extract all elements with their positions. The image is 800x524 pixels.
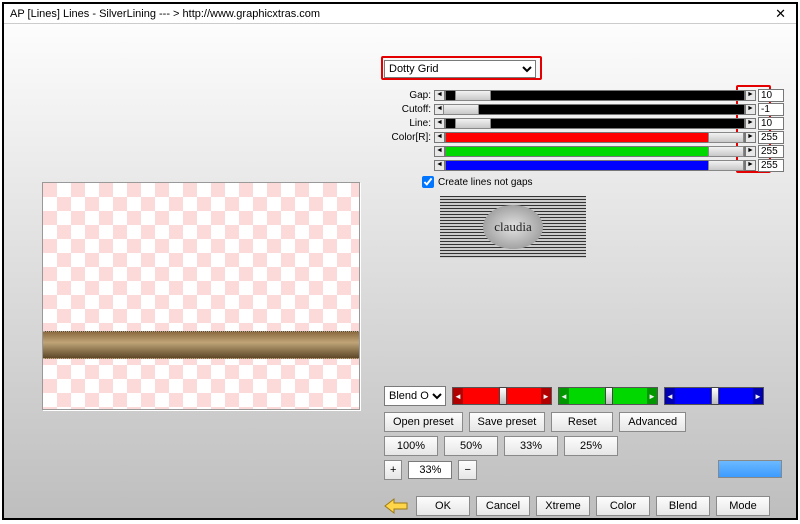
arrow-left-icon[interactable]: ◄ bbox=[559, 388, 569, 404]
blend-options-row: Blend Opti ◄ ► ◄ ► ◄ ► bbox=[384, 386, 764, 406]
blend-options-select[interactable]: Blend Opti bbox=[384, 386, 446, 406]
titlebar: AP [Lines] Lines - SilverLining --- > ht… bbox=[4, 4, 796, 24]
slider-cutoff-value[interactable] bbox=[758, 103, 784, 116]
arrow-right-icon[interactable]: ► bbox=[647, 388, 657, 404]
window-body: Dotty Grid Gap: ◄ ► Cutoff: ◄ ► bbox=[4, 24, 796, 518]
slider-gap-label: Gap: bbox=[384, 90, 434, 101]
close-icon[interactable]: ✕ bbox=[771, 6, 790, 22]
arrow-right-icon[interactable]: ► bbox=[745, 90, 756, 101]
ok-button[interactable]: OK bbox=[416, 496, 470, 516]
logo-ellipse: claudia bbox=[483, 205, 543, 249]
arrow-left-icon[interactable]: ◄ bbox=[434, 90, 445, 101]
slider-gap-track[interactable] bbox=[445, 90, 745, 101]
arrow-right-icon[interactable]: ► bbox=[745, 118, 756, 129]
slider-r-track[interactable] bbox=[445, 132, 745, 143]
zoom-100-button[interactable]: 100% bbox=[384, 436, 438, 456]
slider-color-g: ◄ ► bbox=[384, 144, 784, 158]
cancel-button[interactable]: Cancel bbox=[476, 496, 530, 516]
slider-b-track[interactable] bbox=[445, 160, 745, 171]
create-lines-checkbox-row: Create lines not gaps bbox=[422, 176, 533, 188]
slider-b-value[interactable] bbox=[758, 159, 784, 172]
slider-gap-value[interactable] bbox=[758, 89, 784, 102]
save-preset-button[interactable]: Save preset bbox=[469, 412, 546, 432]
slider-cutoff-label: Cutoff: bbox=[384, 104, 434, 115]
slider-line-value[interactable] bbox=[758, 117, 784, 130]
create-lines-checkbox[interactable] bbox=[422, 176, 434, 188]
blend-red-slider[interactable]: ◄ ► bbox=[452, 387, 552, 405]
arrow-left-icon[interactable]: ◄ bbox=[453, 388, 463, 404]
zoom-50-button[interactable]: 50% bbox=[444, 436, 498, 456]
preset-select[interactable]: Dotty Grid bbox=[384, 60, 536, 78]
slider-r-label: Color[R]: bbox=[384, 132, 434, 143]
zoom-25-button[interactable]: 25% bbox=[564, 436, 618, 456]
color-swatch[interactable] bbox=[718, 460, 782, 478]
window-title: AP [Lines] Lines - SilverLining --- > ht… bbox=[10, 8, 320, 20]
create-lines-label: Create lines not gaps bbox=[438, 177, 533, 188]
arrow-left-icon[interactable]: ◄ bbox=[434, 160, 445, 171]
advanced-button[interactable]: Advanced bbox=[619, 412, 686, 432]
preview-checkerboard bbox=[43, 183, 359, 409]
zoom-minus-button[interactable]: − bbox=[458, 460, 476, 480]
slider-gap: Gap: ◄ ► bbox=[384, 88, 784, 102]
xtreme-button[interactable]: Xtreme bbox=[536, 496, 590, 516]
pointer-icon bbox=[384, 497, 410, 515]
arrow-right-icon[interactable]: ► bbox=[753, 388, 763, 404]
color-button[interactable]: Color bbox=[596, 496, 650, 516]
arrow-left-icon[interactable]: ◄ bbox=[665, 388, 675, 404]
open-preset-button[interactable]: Open preset bbox=[384, 412, 463, 432]
slider-cutoff-track[interactable] bbox=[445, 104, 745, 115]
slider-g-value[interactable] bbox=[758, 145, 784, 158]
arrow-right-icon[interactable]: ► bbox=[745, 160, 756, 171]
zoom-value-input[interactable] bbox=[408, 461, 452, 479]
slider-color-b: ◄ ► bbox=[384, 158, 784, 172]
blend-green-slider[interactable]: ◄ ► bbox=[558, 387, 658, 405]
slider-color-r: Color[R]: ◄ ► bbox=[384, 130, 784, 144]
arrow-left-icon[interactable]: ◄ bbox=[434, 118, 445, 129]
blend-button[interactable]: Blend bbox=[656, 496, 710, 516]
slider-r-value[interactable] bbox=[758, 131, 784, 144]
preview-panel bbox=[42, 182, 360, 410]
logo-banner: claudia bbox=[440, 196, 586, 258]
arrow-right-icon[interactable]: ► bbox=[745, 104, 756, 115]
slider-cutoff: Cutoff: ◄ ► bbox=[384, 102, 784, 116]
slider-g-track[interactable] bbox=[445, 146, 745, 157]
reset-button[interactable]: Reset bbox=[551, 412, 613, 432]
slider-line: Line: ◄ ► bbox=[384, 116, 784, 130]
zoom-33-button[interactable]: 33% bbox=[504, 436, 558, 456]
arrow-right-icon[interactable]: ► bbox=[745, 146, 756, 157]
slider-line-label: Line: bbox=[384, 118, 434, 129]
preview-line-sample bbox=[43, 331, 359, 359]
arrow-right-icon[interactable]: ► bbox=[541, 388, 551, 404]
mode-button[interactable]: Mode bbox=[716, 496, 770, 516]
zoom-plus-button[interactable]: + bbox=[384, 460, 402, 480]
arrow-right-icon[interactable]: ► bbox=[745, 132, 756, 143]
blend-blue-slider[interactable]: ◄ ► bbox=[664, 387, 764, 405]
slider-line-track[interactable] bbox=[445, 118, 745, 129]
arrow-left-icon[interactable]: ◄ bbox=[434, 132, 445, 143]
arrow-left-icon[interactable]: ◄ bbox=[434, 146, 445, 157]
